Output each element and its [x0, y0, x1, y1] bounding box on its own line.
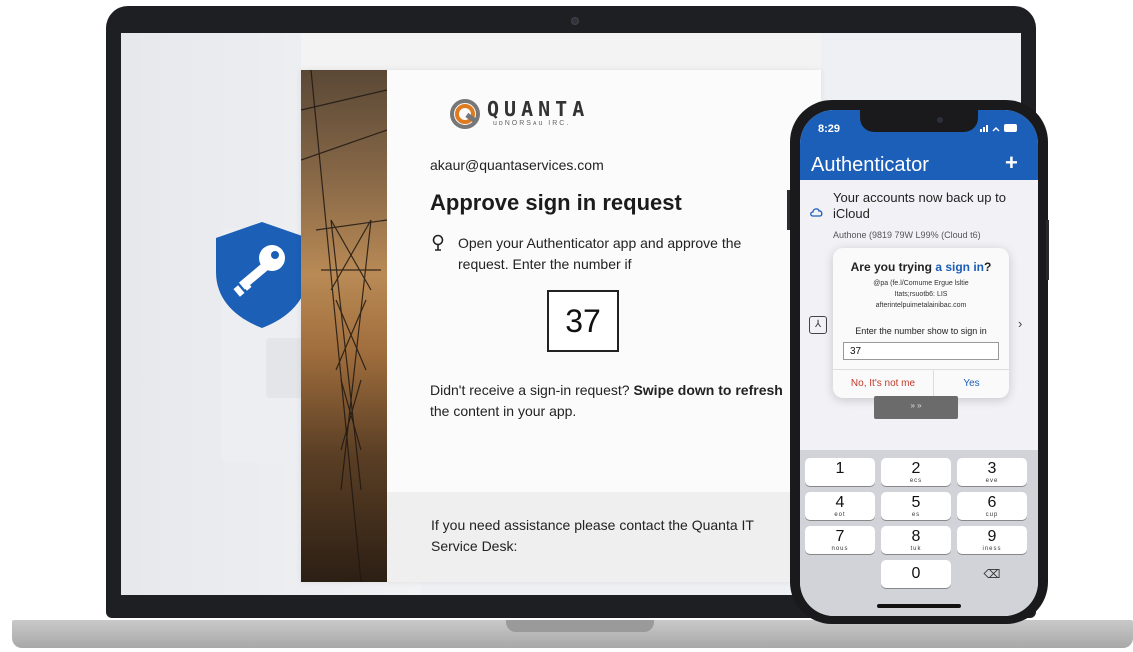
deny-button[interactable]: No, It's not me — [833, 378, 933, 389]
front-camera — [937, 117, 943, 123]
popup-detail-line: afterintelpuimetalainibac.com — [875, 302, 967, 309]
popup-divider — [833, 369, 1009, 370]
background-card-detail — [266, 338, 306, 398]
popup-title-link: a sign in — [935, 260, 985, 274]
key-3[interactable]: 3 eve — [957, 458, 1027, 486]
laptop-base-notch — [506, 620, 654, 632]
key-2[interactable]: 2 ecs — [881, 458, 951, 486]
add-account-button[interactable]: + — [1005, 150, 1018, 176]
status-icons — [980, 123, 1020, 135]
status-time: 8:29 — [818, 123, 841, 135]
approve-button[interactable]: Yes — [934, 378, 1009, 389]
no-request-help: Didn't receive a sign-in request? Swipe … — [430, 380, 790, 422]
key-7[interactable]: 7 nous — [805, 526, 875, 554]
dialog-top-band — [301, 33, 821, 70]
popup-detail-line: @pa (fe.l/Comume Ergue lsltie — [873, 280, 969, 287]
power-lines-photo — [301, 70, 388, 582]
phone-screen: 8:29 Authenticator + Your accounts now b… — [800, 110, 1038, 616]
popup-details: @pa (fe.l/Comume Ergue lsltie Itats;rsuo… — [843, 278, 999, 311]
chevron-right-icon[interactable]: › — [1018, 316, 1022, 331]
cloud-icon — [810, 206, 824, 220]
key-9[interactable]: 9 iness — [957, 526, 1027, 554]
popup-title-prefix: Are you trying — [850, 260, 932, 274]
swipe-down-text: Swipe down to — [633, 382, 732, 398]
numeric-keypad: 1 2 ecs 3 eve 4 eot 5 es 6 cup 7 nous 8 tuk 9 in… — [800, 450, 1038, 616]
key-4[interactable]: 4 eot — [805, 492, 875, 520]
backspace-icon[interactable]: ⌫ — [957, 560, 1027, 588]
logo-tagline: uᴅNORSᴀu IRC. — [493, 120, 571, 127]
quanta-logo: QUANTA uᴅNORSᴀu IRC. — [449, 98, 589, 134]
number-prompt: Enter the number show to sign in — [855, 326, 987, 336]
key-6[interactable]: 6 cup — [957, 492, 1027, 520]
transmission-tower-illustration — [301, 70, 388, 582]
authenticator-app-icon[interactable]: ⅄ — [809, 316, 827, 334]
refresh-text: refresh — [735, 382, 783, 398]
location-pin-icon — [432, 234, 444, 251]
webcam — [571, 17, 579, 25]
logo-name: QUANTA — [487, 97, 590, 121]
grey-action-button[interactable]: » » — [874, 396, 958, 419]
assistance-footer: If you need assistance please contact th… — [387, 492, 821, 582]
key-5[interactable]: 5 es — [881, 492, 951, 520]
instruction-text: Open your Authenticator app and approve … — [458, 235, 742, 272]
number-input[interactable]: 37 — [843, 342, 999, 360]
signal-wifi-battery-icon — [980, 124, 1017, 132]
no-request-prefix: Didn't receive a sign-in request? — [430, 382, 630, 398]
key-0[interactable]: 0 — [881, 560, 951, 588]
match-number: 37 — [547, 290, 619, 352]
page-title: Approve sign in request — [430, 190, 682, 215]
quanta-logo-mark — [450, 99, 480, 129]
key-8[interactable]: 8 tuk — [881, 526, 951, 554]
backup-notice: Your accounts now back up to iCloud — [833, 190, 1006, 221]
account-line: Authone (9819 79W L99% (Cloud t6) — [833, 230, 981, 240]
popup-detail-line: Itats;rsuotb6: LIS — [894, 291, 948, 298]
popup-title-suffix: ? — [984, 260, 992, 274]
phone-notch — [860, 110, 978, 132]
popup-title: Are you trying a sign in? — [833, 260, 1009, 274]
home-indicator — [877, 604, 961, 608]
assistance-text: If you need assistance please contact th… — [431, 517, 754, 554]
phone-power-button — [1046, 220, 1049, 280]
phone-volume-button — [787, 190, 790, 230]
no-request-suffix: the content in your app. — [430, 403, 577, 419]
sign-in-dialog: QUANTA uᴅNORSᴀu IRC. akaur@quantaservice… — [301, 70, 821, 582]
key-1[interactable]: 1 — [805, 458, 875, 486]
sign-in-approval-popup: Are you trying a sign in? @pa (fe.l/Comu… — [833, 248, 1009, 398]
account-email: akaur@quantaservices.com — [430, 157, 604, 173]
shield-key-icon — [216, 222, 308, 328]
app-title: Authenticator — [811, 154, 929, 176]
